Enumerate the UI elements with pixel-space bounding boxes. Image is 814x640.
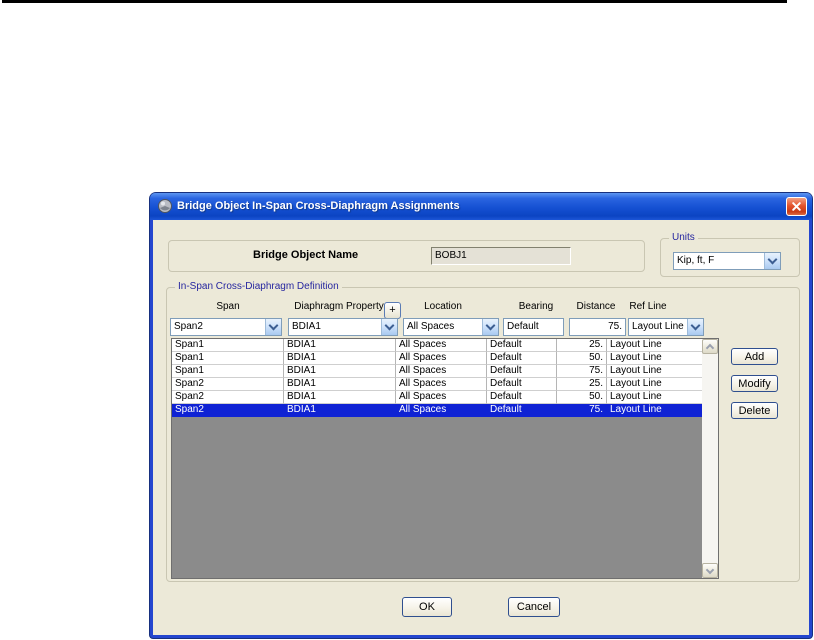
table-row[interactable]: Span2 BDIA1 All Spaces Default 50. Layou… [172, 391, 703, 404]
units-dropdown[interactable]: Kip, ft, F [673, 252, 781, 270]
cell-span: Span1 [172, 365, 284, 378]
bridge-object-name-group: Bridge Object Name BOBJ1 [168, 240, 645, 272]
units-dropdown-arrow[interactable] [764, 253, 780, 269]
bridge-object-name-label: Bridge Object Name [253, 249, 359, 261]
cell-distance: 75. [557, 404, 607, 417]
units-group: Units Kip, ft, F [660, 232, 800, 277]
table-scrollbar[interactable] [702, 339, 718, 578]
table-row[interactable]: Span1 BDIA1 All Spaces Default 50. Layou… [172, 352, 703, 365]
cell-location: All Spaces [396, 339, 487, 352]
cell-bearing: Default [487, 339, 557, 352]
cell-span: Span2 [172, 404, 284, 417]
delete-button[interactable]: Delete [731, 402, 778, 419]
cell-bearing: Default [487, 391, 557, 404]
ref-line-dropdown-value: Layout Line [632, 321, 684, 332]
chevron-down-icon [485, 320, 496, 331]
cell-bearing: Default [487, 352, 557, 365]
chevron-down-icon [705, 565, 715, 574]
title-bar[interactable]: Bridge Object In-Span Cross-Diaphragm As… [150, 193, 812, 220]
cell-diaphragm: BDIA1 [284, 339, 396, 352]
chevron-down-icon [690, 320, 701, 331]
close-icon [792, 202, 801, 211]
column-header-diaphragm-property: Diaphragm Property [294, 301, 384, 312]
cell-diaphragm: BDIA1 [284, 378, 396, 391]
cell-ref-line: Layout Line [607, 365, 703, 378]
diaphragm-property-dropdown-arrow[interactable] [381, 319, 397, 335]
add-button[interactable]: Add [731, 348, 778, 365]
cell-span: Span2 [172, 391, 284, 404]
cell-bearing: Default [487, 404, 557, 417]
span-dropdown-value: Span2 [174, 321, 203, 332]
cell-distance: 50. [557, 391, 607, 404]
cell-span: Span1 [172, 339, 284, 352]
span-dropdown-arrow[interactable] [265, 319, 281, 335]
cell-ref-line: Layout Line [607, 352, 703, 365]
diaphragm-property-dropdown[interactable]: BDIA1 [288, 318, 398, 336]
table-row-selected[interactable]: Span2 BDIA1 All Spaces Default 75. Layou… [172, 404, 703, 417]
ref-line-dropdown-arrow[interactable] [687, 319, 703, 335]
cell-bearing: Default [487, 365, 557, 378]
page: Bridge Object In-Span Cross-Diaphragm As… [0, 0, 814, 640]
cell-distance: 50. [557, 352, 607, 365]
column-header-ref-line: Ref Line [629, 301, 667, 312]
table-row[interactable]: Span2 BDIA1 All Spaces Default 25. Layou… [172, 378, 703, 391]
location-dropdown-arrow[interactable] [482, 319, 498, 335]
cell-diaphragm: BDIA1 [284, 352, 396, 365]
table-row[interactable]: Span1 BDIA1 All Spaces Default 25. Layou… [172, 339, 703, 352]
in-span-definition-group: In-Span Cross-Diaphragm Definition Span … [166, 281, 800, 582]
cell-distance: 25. [557, 339, 607, 352]
cell-span: Span1 [172, 352, 284, 365]
scroll-down-button[interactable] [702, 563, 718, 578]
cell-location: All Spaces [396, 365, 487, 378]
chevron-down-icon [767, 254, 778, 265]
assignments-rows: Span1 BDIA1 All Spaces Default 25. Layou… [172, 339, 703, 417]
span-dropdown[interactable]: Span2 [170, 318, 282, 336]
cell-diaphragm: BDIA1 [284, 391, 396, 404]
cell-diaphragm: BDIA1 [284, 365, 396, 378]
app-icon [157, 198, 173, 214]
distance-input[interactable]: 75. [569, 318, 626, 336]
dialog-bridge-object-in-span-cross-diaphragm-assignments: Bridge Object In-Span Cross-Diaphragm As… [150, 193, 812, 638]
cell-distance: 25. [557, 378, 607, 391]
cell-location: All Spaces [396, 391, 487, 404]
modify-button[interactable]: Modify [731, 375, 778, 392]
cell-location: All Spaces [396, 352, 487, 365]
ref-line-dropdown[interactable]: Layout Line [628, 318, 704, 336]
cell-span: Span2 [172, 378, 284, 391]
location-dropdown-value: All Spaces [407, 321, 455, 332]
chevron-down-icon [268, 320, 279, 331]
chevron-up-icon [705, 343, 715, 352]
units-dropdown-value: Kip, ft, F [677, 255, 715, 266]
cell-ref-line: Layout Line [607, 378, 703, 391]
window-title: Bridge Object In-Span Cross-Diaphragm As… [177, 200, 460, 212]
cell-bearing: Default [487, 378, 557, 391]
ok-button[interactable]: OK [402, 597, 452, 617]
cell-location: All Spaces [396, 378, 487, 391]
in-span-definition-caption: In-Span Cross-Diaphragm Definition [175, 281, 342, 292]
scroll-up-button[interactable] [702, 339, 718, 354]
cell-location: All Spaces [396, 404, 487, 417]
units-group-caption: Units [669, 232, 698, 243]
close-button[interactable] [786, 197, 807, 216]
cell-ref-line: Layout Line [607, 391, 703, 404]
location-dropdown[interactable]: All Spaces [403, 318, 499, 336]
bridge-object-name-field[interactable]: BOBJ1 [431, 247, 571, 265]
page-top-rule [2, 0, 787, 3]
cell-diaphragm: BDIA1 [284, 404, 396, 417]
cell-distance: 75. [557, 365, 607, 378]
column-header-span: Span [216, 301, 240, 312]
assignments-table: Span1 BDIA1 All Spaces Default 25. Layou… [171, 338, 719, 579]
cell-ref-line: Layout Line [607, 339, 703, 352]
cancel-button[interactable]: Cancel [508, 597, 560, 617]
diaphragm-property-dropdown-value: BDIA1 [292, 321, 321, 332]
bearing-input[interactable]: Default [503, 318, 564, 336]
chevron-down-icon [384, 320, 395, 331]
cell-ref-line: Layout Line [607, 404, 703, 417]
table-row[interactable]: Span1 BDIA1 All Spaces Default 75. Layou… [172, 365, 703, 378]
